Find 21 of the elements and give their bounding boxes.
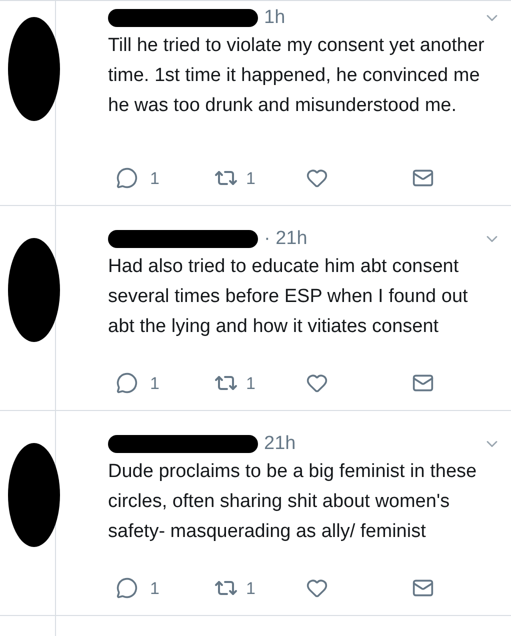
tweet-time: · 21h <box>264 226 308 251</box>
reply-count: 1 <box>150 578 160 600</box>
mail-icon[interactable] <box>412 372 434 394</box>
reply-icon[interactable] <box>116 167 138 190</box>
tweet-text: Till he tried to violate my consent yet another time. 1st time it happened, he convinced me he was too drunk and misunderstood me. <box>108 34 486 118</box>
reply-count: 1 <box>150 372 160 394</box>
heart-icon[interactable] <box>306 372 328 394</box>
heart-icon[interactable] <box>306 167 328 190</box>
reply-icon[interactable] <box>116 372 138 394</box>
tweet-time: 1h <box>264 6 286 30</box>
mail-icon[interactable] <box>412 167 434 190</box>
reply-count: 1 <box>150 168 160 190</box>
retweet-count: 1 <box>246 168 256 190</box>
tweet-time: 21h <box>264 432 296 456</box>
retweet-count: 1 <box>246 578 256 600</box>
tweet-text: Had also tried to educate him abt consent several times before ESP when I found out abt the lying and how it vitiates consent <box>108 255 469 339</box>
mail-icon[interactable] <box>412 577 434 600</box>
reply-icon[interactable] <box>116 577 138 600</box>
tweet-text: Dude proclaims to be a big feminist in these circles, often sharing shit about women's safety- masquerading as ally/ feminist <box>108 460 478 544</box>
retweet-count: 1 <box>246 372 256 394</box>
heart-icon[interactable] <box>306 577 328 600</box>
